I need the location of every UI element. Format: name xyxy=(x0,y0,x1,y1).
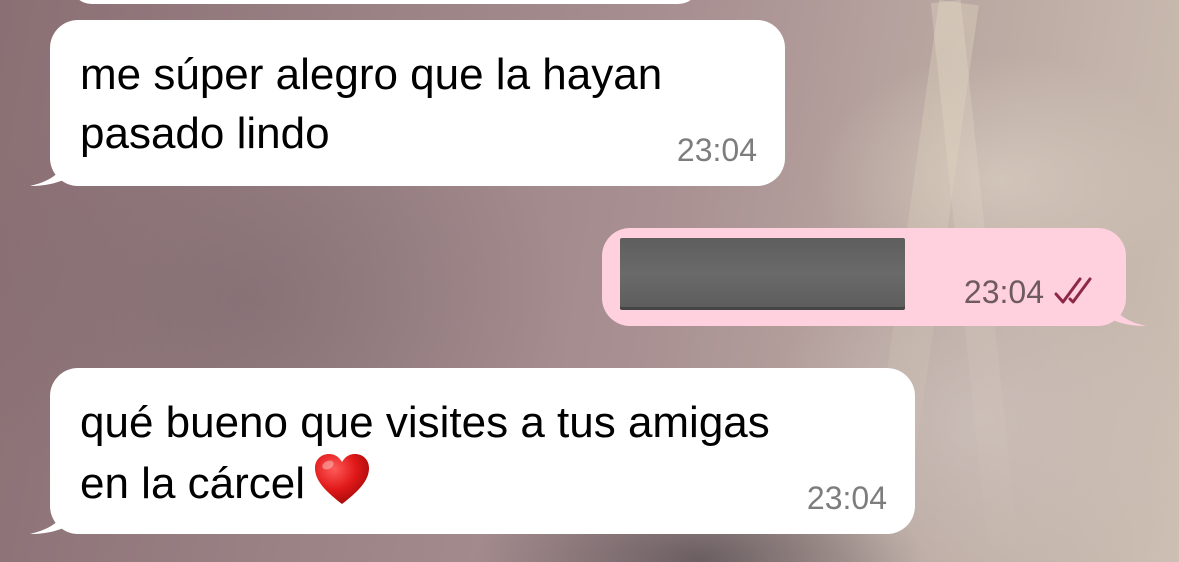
message-timestamp: 23:04 xyxy=(806,480,887,516)
message-timestamp: 23:04 xyxy=(963,274,1044,310)
bubble-tail-icon xyxy=(30,150,70,186)
message-text: qué bueno que visites a tus amigas en la… xyxy=(80,393,875,513)
message-text-body: qué bueno que visites a tus amigas en la… xyxy=(80,398,770,508)
previous-message-bubble[interactable] xyxy=(70,0,700,4)
bubble-tail-icon xyxy=(30,498,70,534)
outgoing-message-bubble[interactable]: 23:04 xyxy=(602,228,1146,326)
incoming-message-bubble[interactable]: me súper alegro que la hayan pasado lind… xyxy=(30,20,785,186)
bubble-tail-icon xyxy=(1106,290,1146,326)
red-heart-emoji xyxy=(315,454,370,504)
incoming-message-bubble[interactable]: qué bueno que visites a tus amigas en la… xyxy=(30,368,915,534)
redacted-content xyxy=(620,238,905,310)
double-check-icon xyxy=(1054,277,1092,304)
message-text: me súper alegro que la hayan pasado lind… xyxy=(80,50,663,158)
message-timestamp: 23:04 xyxy=(676,132,757,168)
